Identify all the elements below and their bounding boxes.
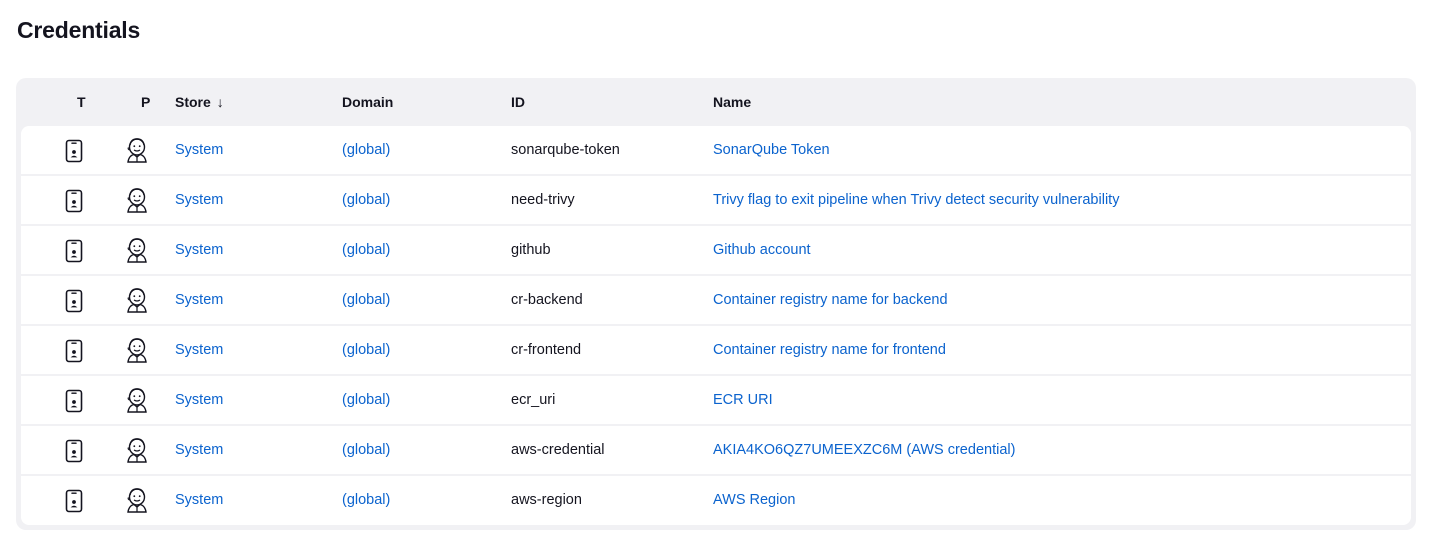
- column-header-domain[interactable]: Domain: [342, 78, 393, 126]
- store-link[interactable]: System: [175, 192, 223, 208]
- table-row: System (global) aws-region AWS Region: [21, 476, 1411, 525]
- domain-link[interactable]: (global): [342, 292, 390, 308]
- credential-id: ecr_uri: [511, 392, 556, 408]
- store-link[interactable]: System: [175, 342, 223, 358]
- credential-name-link[interactable]: Trivy flag to exit pipeline when Trivy d…: [713, 192, 1119, 208]
- credentials-table: T P Store ↓ Domain ID Name System (globa…: [16, 78, 1416, 530]
- credential-name-link[interactable]: Container registry name for backend: [713, 292, 948, 308]
- table-row: System (global) need-trivy Trivy flag to…: [21, 176, 1411, 226]
- jenkins-icon: [125, 237, 149, 263]
- domain-link[interactable]: (global): [342, 142, 390, 158]
- domain-link[interactable]: (global): [342, 342, 390, 358]
- column-header-id[interactable]: ID: [511, 78, 525, 126]
- column-header-type[interactable]: T: [77, 78, 86, 126]
- mobile-credential-icon: [65, 489, 83, 513]
- credential-id: sonarqube-token: [511, 142, 620, 158]
- table-row: System (global) cr-frontend Container re…: [21, 326, 1411, 376]
- store-link[interactable]: System: [175, 142, 223, 158]
- jenkins-icon: [125, 387, 149, 413]
- jenkins-icon: [125, 287, 149, 313]
- mobile-credential-icon: [65, 189, 83, 213]
- store-link[interactable]: System: [175, 392, 223, 408]
- column-header-store-label: Store: [175, 94, 211, 110]
- credential-id: aws-region: [511, 492, 582, 508]
- credential-name-link[interactable]: SonarQube Token: [713, 142, 830, 158]
- mobile-credential-icon: [65, 239, 83, 263]
- column-header-provider[interactable]: P: [141, 78, 150, 126]
- store-link[interactable]: System: [175, 292, 223, 308]
- mobile-credential-icon: [65, 139, 83, 163]
- jenkins-icon: [125, 437, 149, 463]
- domain-link[interactable]: (global): [342, 242, 390, 258]
- credential-name-link[interactable]: AWS Region: [713, 492, 795, 508]
- table-header: T P Store ↓ Domain ID Name: [21, 78, 1411, 126]
- jenkins-icon: [125, 137, 149, 163]
- jenkins-icon: [125, 337, 149, 363]
- domain-link[interactable]: (global): [342, 192, 390, 208]
- table-row: System (global) cr-backend Container reg…: [21, 276, 1411, 326]
- store-link[interactable]: System: [175, 492, 223, 508]
- table-body: System (global) sonarqube-token SonarQub…: [21, 126, 1411, 525]
- credential-id: github: [511, 242, 551, 258]
- jenkins-icon: [125, 187, 149, 213]
- credential-id: cr-frontend: [511, 342, 582, 358]
- mobile-credential-icon: [65, 339, 83, 363]
- jenkins-icon: [125, 487, 149, 513]
- store-link[interactable]: System: [175, 442, 223, 458]
- credential-id: cr-backend: [511, 292, 583, 308]
- credential-name-link[interactable]: Container registry name for frontend: [713, 342, 946, 358]
- domain-link[interactable]: (global): [342, 492, 390, 508]
- mobile-credential-icon: [65, 289, 83, 313]
- table-row: System (global) aws-credential AKIA4KO6Q…: [21, 426, 1411, 476]
- column-header-store[interactable]: Store ↓: [175, 78, 224, 126]
- column-header-name[interactable]: Name: [713, 78, 751, 126]
- arrow-down-icon: ↓: [216, 94, 224, 110]
- store-link[interactable]: System: [175, 242, 223, 258]
- mobile-credential-icon: [65, 389, 83, 413]
- table-row: System (global) ecr_uri ECR URI: [21, 376, 1411, 426]
- credential-id: need-trivy: [511, 192, 575, 208]
- table-row: System (global) github Github account: [21, 226, 1411, 276]
- page-title: Credentials: [17, 17, 141, 43]
- domain-link[interactable]: (global): [342, 392, 390, 408]
- credential-name-link[interactable]: Github account: [713, 242, 811, 258]
- domain-link[interactable]: (global): [342, 442, 390, 458]
- credential-name-link[interactable]: AKIA4KO6QZ7UMEEXZC6M (AWS credential): [713, 442, 1015, 458]
- credential-name-link[interactable]: ECR URI: [713, 392, 773, 408]
- table-row: System (global) sonarqube-token SonarQub…: [21, 126, 1411, 176]
- credential-id: aws-credential: [511, 442, 605, 458]
- mobile-credential-icon: [65, 439, 83, 463]
